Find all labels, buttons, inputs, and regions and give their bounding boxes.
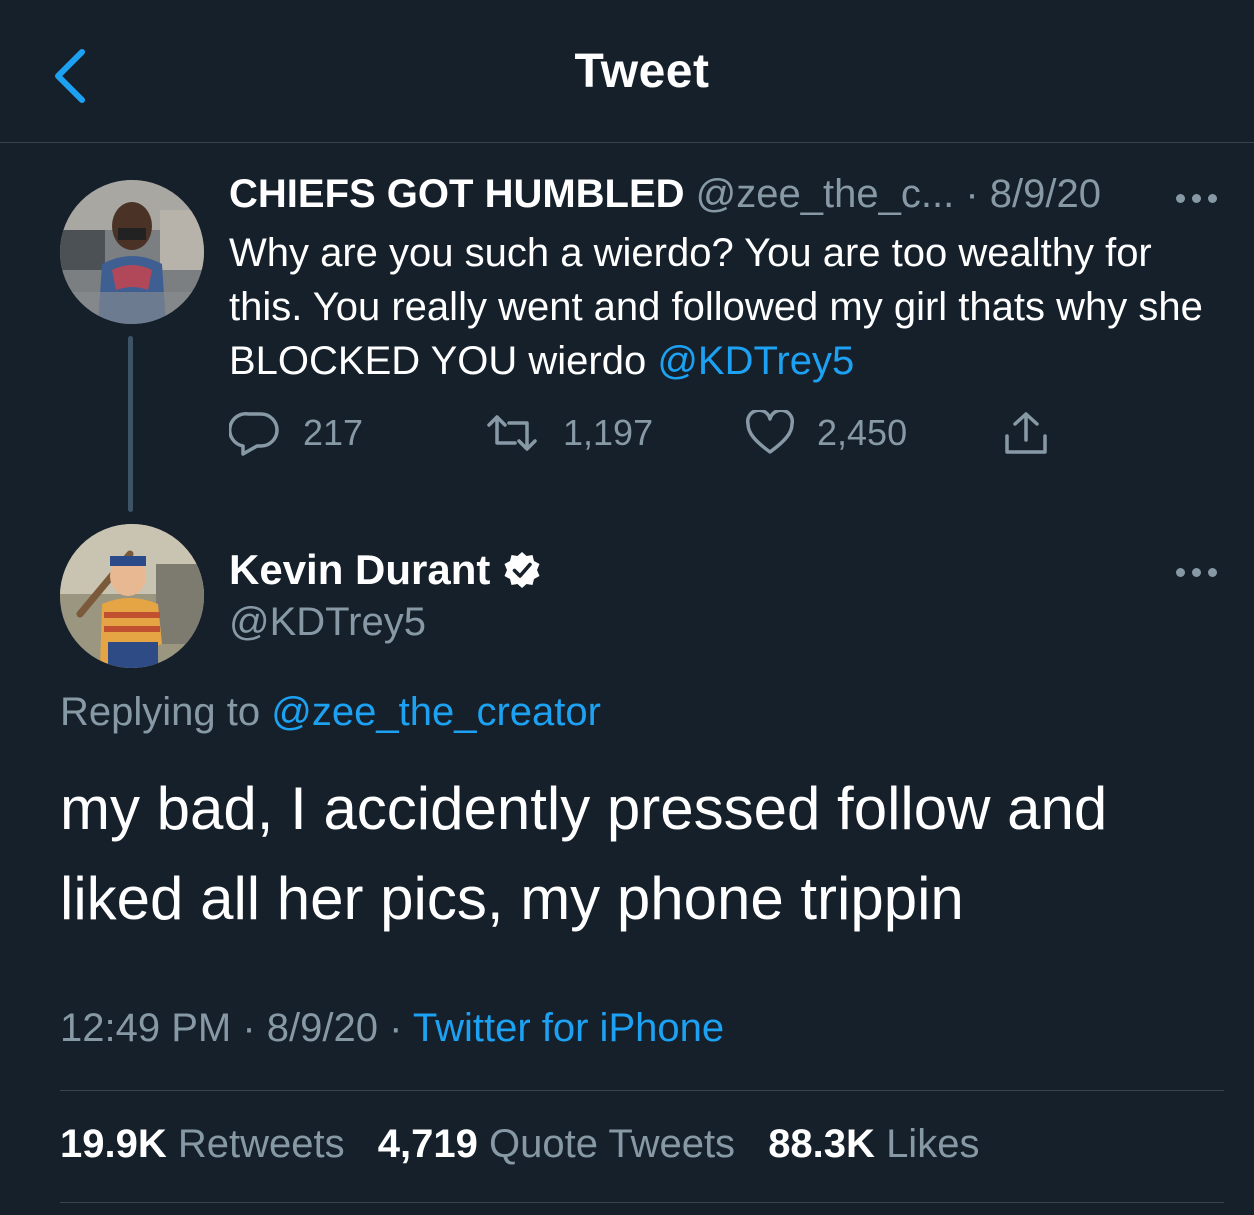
avatar[interactable]: [60, 524, 204, 668]
replying-to-link[interactable]: @zee_the_creator: [271, 690, 601, 734]
tweet-date[interactable]: 8/9/20: [990, 172, 1101, 216]
separator-dot: ·: [242, 1006, 256, 1050]
tweet-time: 12:49 PM: [60, 1006, 232, 1050]
like-count: 2,450: [817, 412, 908, 453]
author-name[interactable]: Kevin Durant: [229, 546, 490, 594]
source-link[interactable]: Twitter for iPhone: [413, 1006, 724, 1050]
engagement-stats: 19.9K Retweets 4,719 Quote Tweets 88.3K …: [60, 1122, 1001, 1167]
like-button[interactable]: 2,450: [745, 408, 907, 458]
retweet-button[interactable]: 1,197: [483, 408, 653, 458]
share-button[interactable]: [1001, 408, 1073, 458]
likes-count: 88.3K: [768, 1122, 875, 1166]
retweet-count: 1,197: [563, 412, 654, 453]
parent-tweet-header: CHIEFS GOT HUMBLED @zee_the_c... · 8/9/2…: [229, 172, 1101, 217]
retweet-icon: [487, 415, 537, 451]
separator-dot: ·: [965, 172, 979, 216]
likes-stat[interactable]: 88.3K Likes: [768, 1122, 979, 1166]
likes-label: Likes: [886, 1122, 980, 1166]
tweet-text: my bad, I accidently pressed follow and …: [60, 775, 1108, 932]
page-title: Tweet: [574, 45, 710, 98]
tweet-metadata: 12:49 PM · 8/9/20 · Twitter for iPhone: [60, 1006, 724, 1051]
author-handle[interactable]: @KDTrey5: [229, 600, 426, 645]
retweets-count: 19.9K: [60, 1122, 167, 1166]
retweets-stat[interactable]: 19.9K Retweets: [60, 1122, 345, 1166]
more-options-button[interactable]: [1172, 562, 1222, 582]
avatar[interactable]: [60, 180, 204, 324]
top-navigation-bar: Tweet: [0, 0, 1254, 143]
reply-icon: [229, 411, 279, 456]
reply-count: 217: [303, 412, 364, 453]
author-name[interactable]: CHIEFS GOT HUMBLED: [229, 172, 685, 216]
quote-tweets-count: 4,719: [377, 1122, 478, 1166]
thread-connector-line: [128, 336, 133, 512]
separator-dot: ·: [389, 1006, 403, 1050]
divider: [60, 1090, 1224, 1091]
replying-to: Replying to @zee_the_creator: [60, 690, 601, 735]
author-handle[interactable]: @zee_the_c...: [696, 172, 955, 216]
share-icon: [1005, 412, 1047, 454]
tweet-actions: 217 1,197 2,450: [229, 408, 1089, 458]
replying-label: Replying to: [60, 690, 261, 734]
more-options-button[interactable]: [1172, 188, 1222, 208]
tweet-date: 8/9/20: [266, 1006, 379, 1050]
quote-tweets-label: Quote Tweets: [488, 1122, 736, 1166]
heart-icon: [745, 410, 795, 454]
divider: [60, 1202, 1224, 1203]
quote-tweets-stat[interactable]: 4,719 Quote Tweets: [378, 1122, 735, 1166]
author-name-row: Kevin Durant: [229, 546, 542, 594]
parent-tweet-text: Why are you such a wierdo? You are too w…: [229, 226, 1219, 388]
verified-badge-icon: [504, 552, 540, 588]
retweets-label: Retweets: [177, 1122, 345, 1166]
reply-button[interactable]: 217: [229, 408, 363, 458]
mention-link[interactable]: @KDTrey5: [657, 339, 854, 383]
